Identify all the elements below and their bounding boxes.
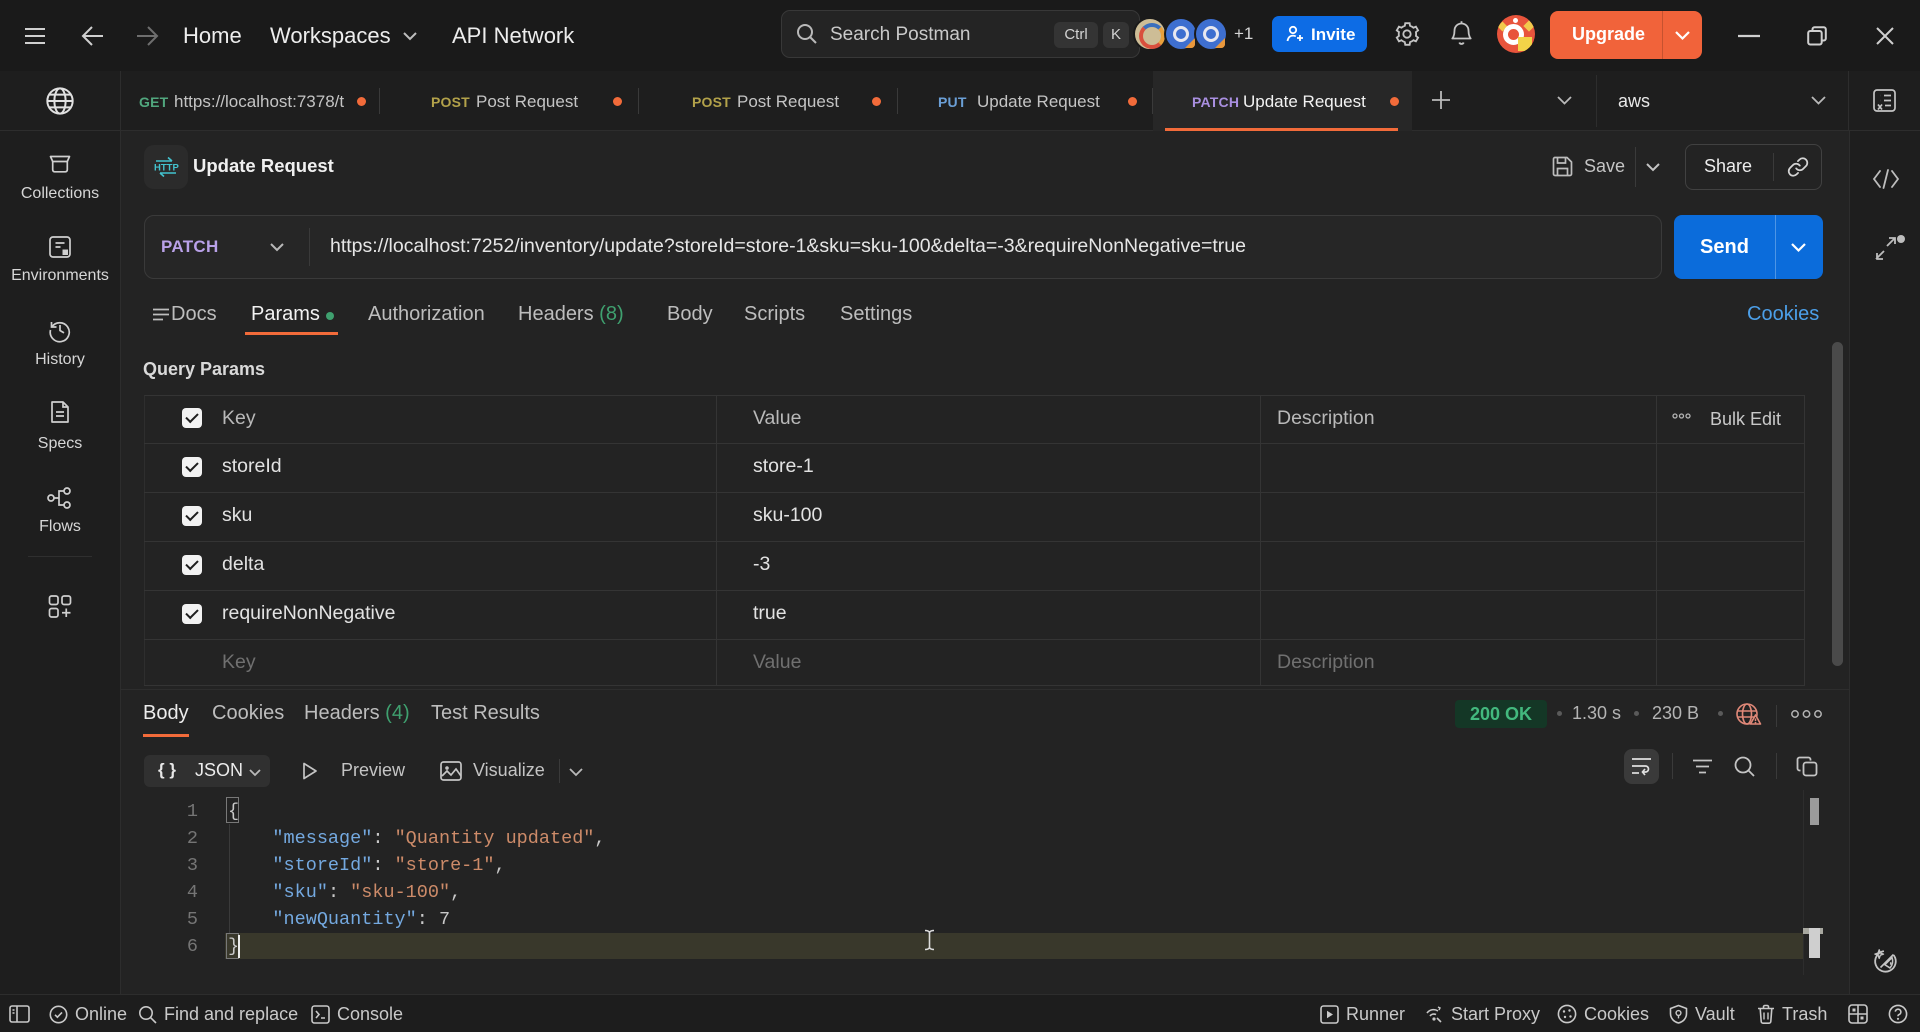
svg-text:HTTP: HTTP bbox=[154, 163, 179, 174]
